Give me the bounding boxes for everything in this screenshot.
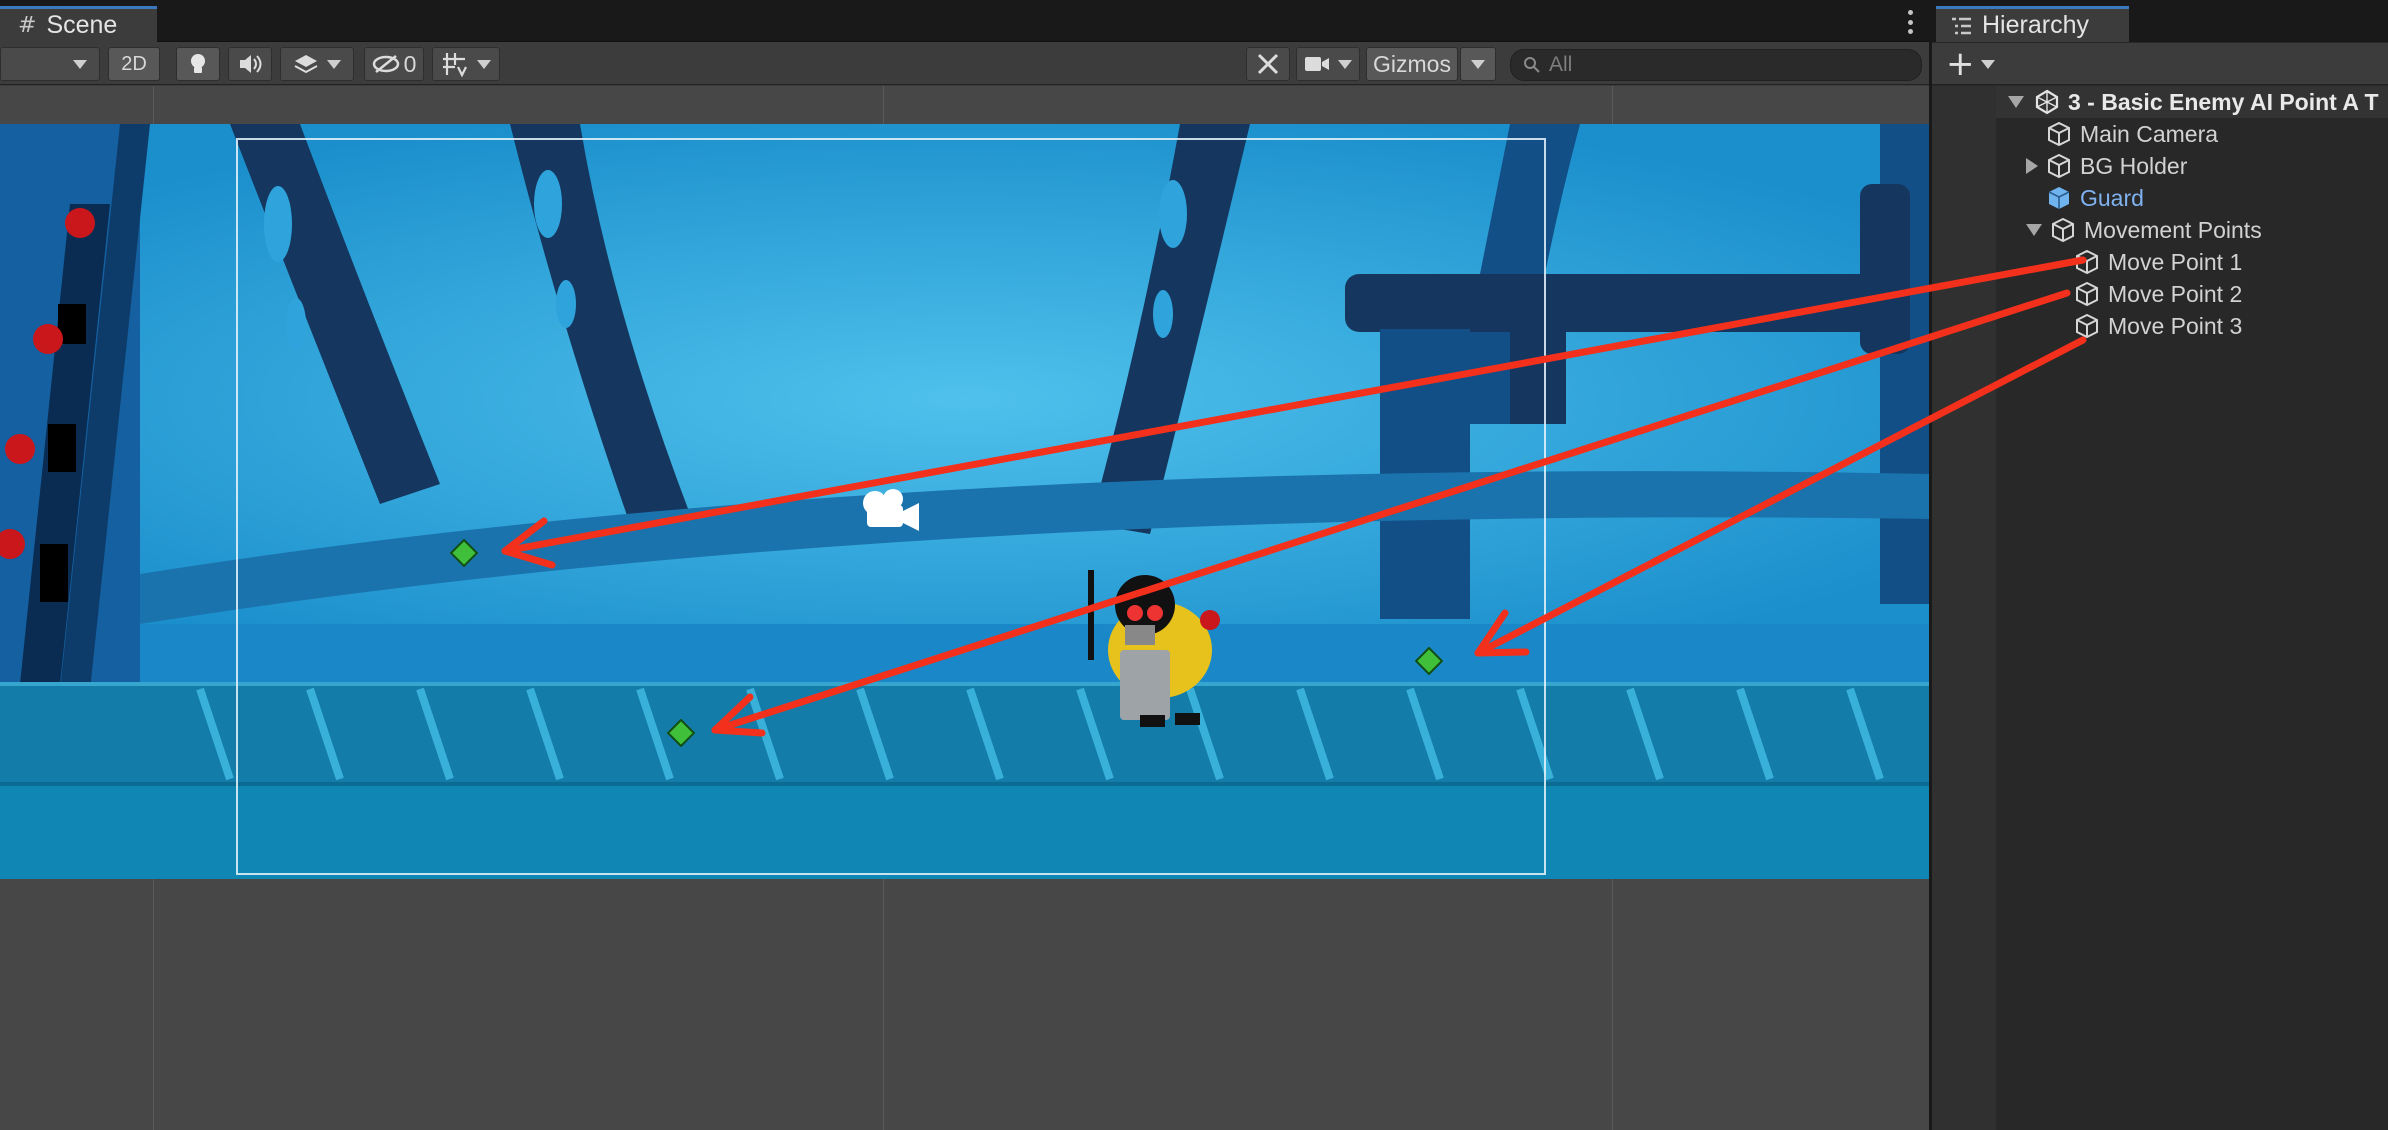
scene-panel: # Scene 2D 0 Gizmos All: [0, 0, 1929, 1130]
scene-hash-icon: #: [18, 13, 37, 38]
item-label: Move Point 2: [2108, 280, 2243, 307]
prefab-cube-icon: [2048, 187, 2070, 209]
gizmos-button[interactable]: Gizmos: [1366, 47, 1458, 81]
gameobject-cube-icon: [2076, 281, 2098, 307]
hidden-count: 0: [403, 50, 417, 77]
tab-hierarchy[interactable]: Hierarchy: [1936, 6, 2129, 42]
scene-search-input[interactable]: All: [1510, 49, 1922, 81]
hierarchy-tree: 3 - Basic Enemy AI Point A T Main Camera…: [1932, 86, 2388, 1130]
chevron-down-icon: [477, 59, 491, 69]
scene-tab-bar: # Scene: [0, 0, 1929, 42]
gameobject-cube-icon: [2048, 153, 2070, 179]
gameobject-cube-icon: [2052, 217, 2074, 243]
search-icon: [1524, 57, 1540, 73]
expand-toggle-icon[interactable]: [2026, 158, 2038, 174]
gizmos-dropdown[interactable]: [1460, 47, 1496, 81]
hierarchy-toolbar: +: [1932, 43, 2388, 85]
item-label: Move Point 3: [2108, 312, 2243, 339]
chevron-down-icon: [1980, 59, 1995, 69]
hierarchy-item-guard[interactable]: Guard: [1996, 182, 2388, 214]
move-point-3-gizmo-icon[interactable]: [1415, 647, 1443, 675]
gameobject-cube-icon: [2048, 121, 2070, 147]
tab-hierarchy-label: Hierarchy: [1982, 11, 2089, 39]
toggle-2d-button[interactable]: 2D: [108, 47, 160, 81]
hierarchy-item-move-point-3[interactable]: Move Point 3: [1996, 310, 2388, 342]
chevron-down-icon: [1471, 59, 1485, 69]
guard-sprite[interactable]: [1080, 565, 1240, 730]
layers-icon: [294, 55, 318, 74]
scene-more-options-icon[interactable]: [1905, 10, 1915, 34]
hierarchy-item-movement-points[interactable]: Movement Points: [1996, 214, 2388, 246]
effects-dropdown[interactable]: [280, 47, 354, 81]
chevron-down-icon: [1338, 59, 1352, 69]
lightbulb-icon: [191, 54, 205, 73]
expand-toggle-icon[interactable]: [2008, 96, 2024, 108]
audio-toggle-button[interactable]: [228, 47, 272, 81]
hierarchy-tab-bar: Hierarchy: [1932, 0, 2388, 42]
gizmos-label: Gizmos: [1373, 50, 1451, 77]
lighting-toggle-button[interactable]: [176, 47, 220, 81]
hidden-eye-icon: [372, 55, 399, 73]
camera-settings-dropdown[interactable]: [1296, 47, 1360, 81]
scene-toolbar: 2D 0 Gizmos All: [0, 43, 1929, 85]
hierarchy-item-main-camera[interactable]: Main Camera: [1996, 118, 2388, 150]
chevron-down-icon: [73, 59, 87, 69]
tools-button[interactable]: [1246, 47, 1290, 81]
hierarchy-item-bg-holder[interactable]: BG Holder: [1996, 150, 2388, 182]
item-label: Movement Points: [2084, 216, 2262, 243]
hierarchy-item-move-point-1[interactable]: Move Point 1: [1996, 246, 2388, 278]
item-label: Move Point 1: [2108, 248, 2243, 275]
add-icon: +: [1946, 44, 1975, 84]
tab-scene-label: Scene: [46, 11, 118, 39]
item-label: Guard: [2080, 184, 2144, 211]
toggle-2d-label: 2D: [121, 52, 147, 75]
move-point-2-gizmo-icon[interactable]: [667, 719, 695, 747]
video-camera-icon: [1305, 57, 1329, 71]
chevron-down-icon: [327, 59, 341, 69]
unity-scene-icon: [2035, 89, 2059, 115]
move-point-1-gizmo-icon[interactable]: [450, 539, 478, 567]
scene-viewport[interactable]: [0, 86, 1929, 1130]
hierarchy-panel: Hierarchy + 3 - Basic Enemy AI Point A T…: [1929, 0, 2388, 1130]
hierarchy-scene-root[interactable]: 3 - Basic Enemy AI Point A T: [1996, 86, 2388, 118]
search-placeholder: All: [1549, 53, 1573, 76]
scene-visibility-toggle[interactable]: 0: [364, 47, 424, 81]
item-label: Main Camera: [2080, 120, 2219, 147]
level-background: [0, 124, 1929, 879]
draw-mode-dropdown[interactable]: [0, 47, 100, 81]
grid-snap-icon: [443, 53, 467, 77]
main-camera-gizmo-icon[interactable]: [855, 485, 925, 533]
tab-scene[interactable]: # Scene: [0, 6, 157, 42]
create-object-dropdown[interactable]: +: [1946, 44, 1995, 84]
gameobject-cube-icon: [2076, 249, 2098, 275]
item-label: BG Holder: [2080, 152, 2188, 179]
speaker-icon: [240, 55, 262, 73]
scene-root-label: 3 - Basic Enemy AI Point A T: [2068, 88, 2379, 115]
hierarchy-item-move-point-2[interactable]: Move Point 2: [1996, 278, 2388, 310]
hierarchy-list-icon: [1952, 17, 1971, 34]
expand-toggle-icon[interactable]: [2026, 224, 2042, 236]
grid-snapping-dropdown[interactable]: [432, 47, 500, 81]
tools-icon: [1257, 53, 1279, 75]
gameobject-cube-icon: [2076, 313, 2098, 339]
